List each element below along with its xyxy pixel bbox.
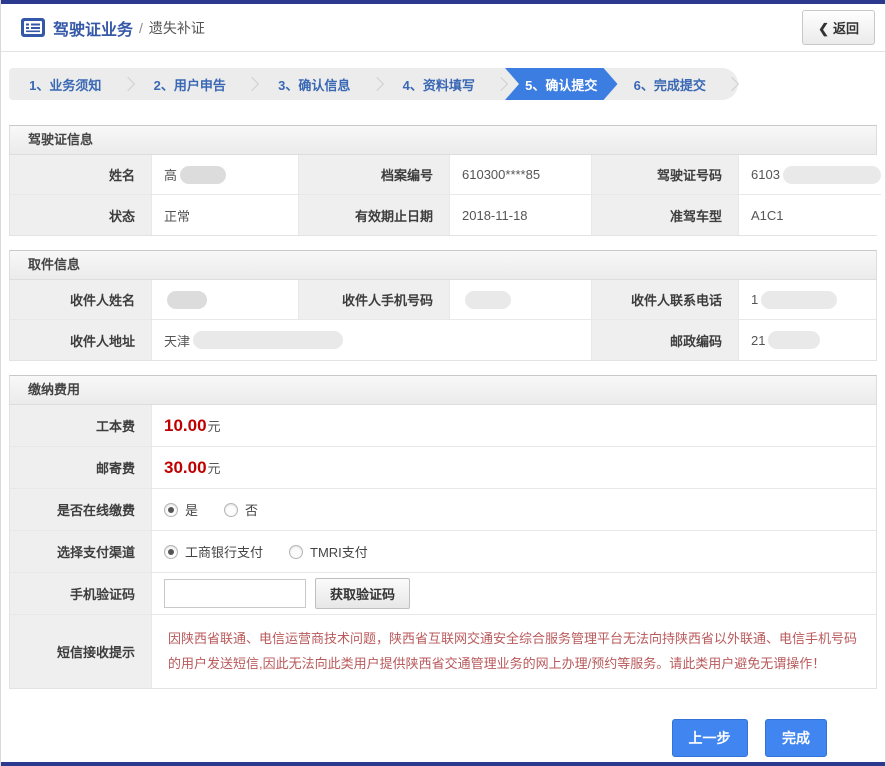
step-chevron-icon xyxy=(122,68,134,100)
form-icon xyxy=(21,18,45,37)
back-button-label: 返回 xyxy=(833,21,859,36)
fees-title: 缴纳费用 xyxy=(9,375,877,405)
recipient-name-label: 收件人姓名 xyxy=(10,280,152,320)
postage-fee-label: 邮寄费 xyxy=(10,447,152,489)
step-chevron-icon xyxy=(726,68,738,100)
radio-option-label: 是 xyxy=(185,500,198,519)
step-6-complete-submit[interactable]: 6、完成提交 xyxy=(614,68,727,100)
price-amount: 30.00 xyxy=(164,458,207,478)
step-1-business-notice[interactable]: 1、业务须知 xyxy=(9,68,122,100)
name-label: 姓名 xyxy=(10,155,152,195)
expiry-value: 2018-11-18 xyxy=(450,195,592,235)
pickup-info-section: 取件信息 收件人姓名 收件人手机号码 收件人联系电话 1 收件人地址 天津 邮政… xyxy=(9,250,877,361)
vehicle-class-label: 准驾车型 xyxy=(592,195,739,235)
work-fee-label: 工本费 xyxy=(10,405,152,447)
redaction-blur xyxy=(193,331,343,349)
step-chevron-icon xyxy=(246,68,258,100)
recipient-name-value xyxy=(152,280,299,320)
radio-option-label: 工商银行支付 xyxy=(185,542,263,561)
previous-step-button[interactable]: 上一步 xyxy=(672,719,748,757)
redaction-blur xyxy=(167,291,207,309)
breadcrumb-current: 遗失补证 xyxy=(149,18,205,38)
pay-channel-options: 工商银行支付 TMRI支付 xyxy=(152,531,876,573)
sms-code-label: 手机验证码 xyxy=(10,573,152,615)
price-unit: 元 xyxy=(208,416,221,435)
license-info-section: 驾驶证信息 姓名 高 档案编号 610300****85 驾驶证号码 6103 … xyxy=(9,125,877,236)
radio-selected-icon[interactable] xyxy=(164,503,178,517)
bottom-brand-bar xyxy=(1,762,885,766)
fees-table: 工本费 10.00元 邮寄费 30.00元 是否在线缴费 是 否 选择支付渠道 … xyxy=(9,405,877,689)
online-pay-options: 是 否 xyxy=(152,489,876,531)
expiry-label: 有效期止日期 xyxy=(299,195,450,235)
page-title: 驾驶证业务 xyxy=(53,16,133,40)
sms-code-input[interactable] xyxy=(164,579,306,608)
postage-fee-value: 30.00元 xyxy=(152,447,876,489)
radio-option-label: TMRI支付 xyxy=(310,542,368,561)
step-4-fill-data[interactable]: 4、资料填写 xyxy=(383,68,496,100)
page-header: 驾驶证业务 / 遗失补证 ❮ 返回 xyxy=(1,4,885,52)
pickup-info-title: 取件信息 xyxy=(9,250,877,280)
pay-channel-label: 选择支付渠道 xyxy=(10,531,152,573)
status-label: 状态 xyxy=(10,195,152,235)
radio-unselected-icon[interactable] xyxy=(224,503,238,517)
online-pay-label: 是否在线缴费 xyxy=(10,489,152,531)
step-chevron-icon xyxy=(371,68,383,100)
recipient-address-label: 收件人地址 xyxy=(10,320,152,360)
redaction-blur xyxy=(465,291,511,309)
redaction-blur xyxy=(761,291,837,309)
file-no-value: 610300****85 xyxy=(450,155,592,195)
postal-code-label: 邮政编码 xyxy=(592,320,739,360)
work-fee-value: 10.00元 xyxy=(152,405,876,447)
license-info-title: 驾驶证信息 xyxy=(9,125,877,155)
redaction-blur xyxy=(783,166,881,184)
file-no-label: 档案编号 xyxy=(299,155,450,195)
step-chevron-icon xyxy=(495,68,507,100)
name-value: 高 xyxy=(152,155,299,195)
pickup-info-table: 收件人姓名 收件人手机号码 收件人联系电话 1 收件人地址 天津 邮政编码 21 xyxy=(9,280,877,361)
recipient-phone-value: 1 xyxy=(739,280,876,320)
recipient-mobile-value xyxy=(450,280,592,320)
recipient-mobile-label: 收件人手机号码 xyxy=(299,280,450,320)
radio-option-label: 否 xyxy=(245,500,258,519)
fees-section: 缴纳费用 工本费 10.00元 邮寄费 30.00元 是否在线缴费 是 否 选择… xyxy=(9,375,877,689)
finish-button[interactable]: 完成 xyxy=(765,719,827,757)
radio-option-icbc[interactable]: 工商银行支付 xyxy=(164,542,263,561)
radio-selected-icon[interactable] xyxy=(164,545,178,559)
redaction-blur xyxy=(180,166,226,184)
status-value: 正常 xyxy=(152,195,299,235)
radio-option-tmri[interactable]: TMRI支付 xyxy=(289,542,368,561)
price-amount: 10.00 xyxy=(164,416,207,436)
price-unit: 元 xyxy=(208,458,221,477)
sms-notice-label: 短信接收提示 xyxy=(10,615,152,688)
radio-option-no[interactable]: 否 xyxy=(224,500,258,519)
recipient-address-value: 天津 xyxy=(152,320,592,360)
breadcrumb-separator: / xyxy=(139,20,143,36)
get-code-button[interactable]: 获取验证码 xyxy=(315,578,410,609)
radio-option-yes[interactable]: 是 xyxy=(164,500,198,519)
sms-notice-text: 因陕西省联通、电信运营商技术问题，陕西省互联网交通安全综合服务管理平台无法向持陕… xyxy=(152,615,876,688)
license-no-value: 6103 xyxy=(739,155,881,195)
license-no-label: 驾驶证号码 xyxy=(592,155,739,195)
license-info-table: 姓名 高 档案编号 610300****85 驾驶证号码 6103 状态 正常 … xyxy=(9,155,877,236)
postal-code-value: 21 xyxy=(739,320,876,360)
wizard-steps: 1、业务须知 2、用户申告 3、确认信息 4、资料填写 5、确认提交 6、完成提… xyxy=(9,68,738,100)
step-2-user-declaration[interactable]: 2、用户申告 xyxy=(134,68,247,100)
footer-actions: 上一步 完成 xyxy=(1,719,885,757)
redaction-blur xyxy=(768,331,820,349)
back-button[interactable]: ❮ 返回 xyxy=(802,10,875,45)
step-3-confirm-info[interactable]: 3、确认信息 xyxy=(258,68,371,100)
chevron-left-icon: ❮ xyxy=(818,21,829,36)
radio-unselected-icon[interactable] xyxy=(289,545,303,559)
step-5-confirm-submit[interactable]: 5、确认提交 xyxy=(505,68,618,100)
recipient-phone-label: 收件人联系电话 xyxy=(592,280,739,320)
sms-code-row: 获取验证码 xyxy=(152,573,876,615)
vehicle-class-value: A1C1 xyxy=(739,195,881,235)
